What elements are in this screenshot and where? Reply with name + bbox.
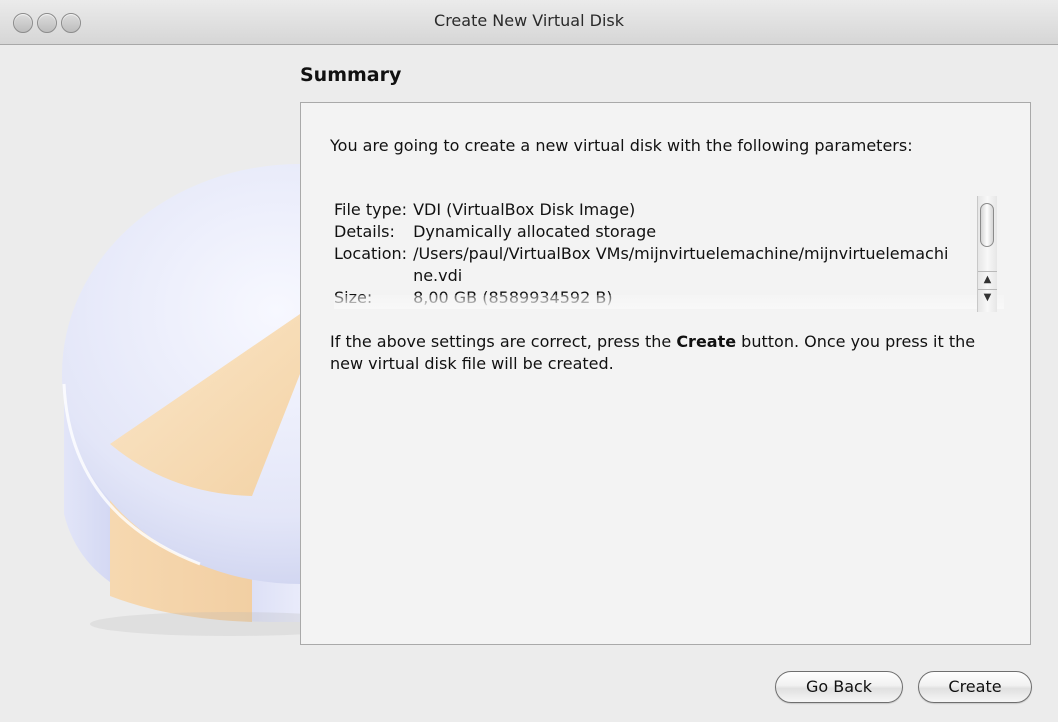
disk-icon <box>62 164 300 636</box>
window-title: Create New Virtual Disk <box>434 11 624 30</box>
confirmation-text-create: Create <box>676 332 737 351</box>
title-bar[interactable]: Create New Virtual Disk <box>0 0 1058 45</box>
page-title: Summary <box>300 64 402 86</box>
scroll-down-arrow-icon[interactable]: ▼ <box>978 289 997 306</box>
virtual-disk-illustration <box>0 44 300 722</box>
param-value: /Users/paul/VirtualBox VMs/mijnvirtuelem… <box>413 244 949 285</box>
confirmation-text: If the above settings are correct, press… <box>330 331 1010 375</box>
parameters-list[interactable]: File type: VDI (VirtualBox Disk Image) D… <box>334 199 1004 309</box>
param-row-details: Details: Dynamically allocated storage <box>334 221 953 243</box>
create-virtual-disk-window: Create New Virtual Disk Summary You are … <box>0 0 1058 722</box>
param-key: File type: <box>334 200 407 219</box>
intro-text: You are going to create a new virtual di… <box>330 136 913 155</box>
param-row-file-type: File type: VDI (VirtualBox Disk Image) <box>334 199 953 221</box>
parameters-scrollbar[interactable]: ▲ ▼ <box>977 196 997 312</box>
parameters-fade <box>334 295 1004 309</box>
param-key: Location: <box>334 244 408 263</box>
create-button[interactable]: Create <box>918 671 1032 703</box>
param-value: VDI (VirtualBox Disk Image) <box>413 200 636 219</box>
param-row-location: Location: /Users/paul/VirtualBox VMs/mij… <box>334 243 953 287</box>
summary-panel: You are going to create a new virtual di… <box>300 102 1031 645</box>
parameters-table: File type: VDI (VirtualBox Disk Image) D… <box>334 199 953 309</box>
go-back-button[interactable]: Go Back <box>775 671 903 703</box>
scroll-up-arrow-icon[interactable]: ▲ <box>978 271 997 288</box>
confirmation-text-before: If the above settings are correct, press… <box>330 332 677 351</box>
scrollbar-thumb[interactable] <box>980 203 994 247</box>
param-key: Details: <box>334 222 395 241</box>
param-value: Dynamically allocated storage <box>413 222 657 241</box>
